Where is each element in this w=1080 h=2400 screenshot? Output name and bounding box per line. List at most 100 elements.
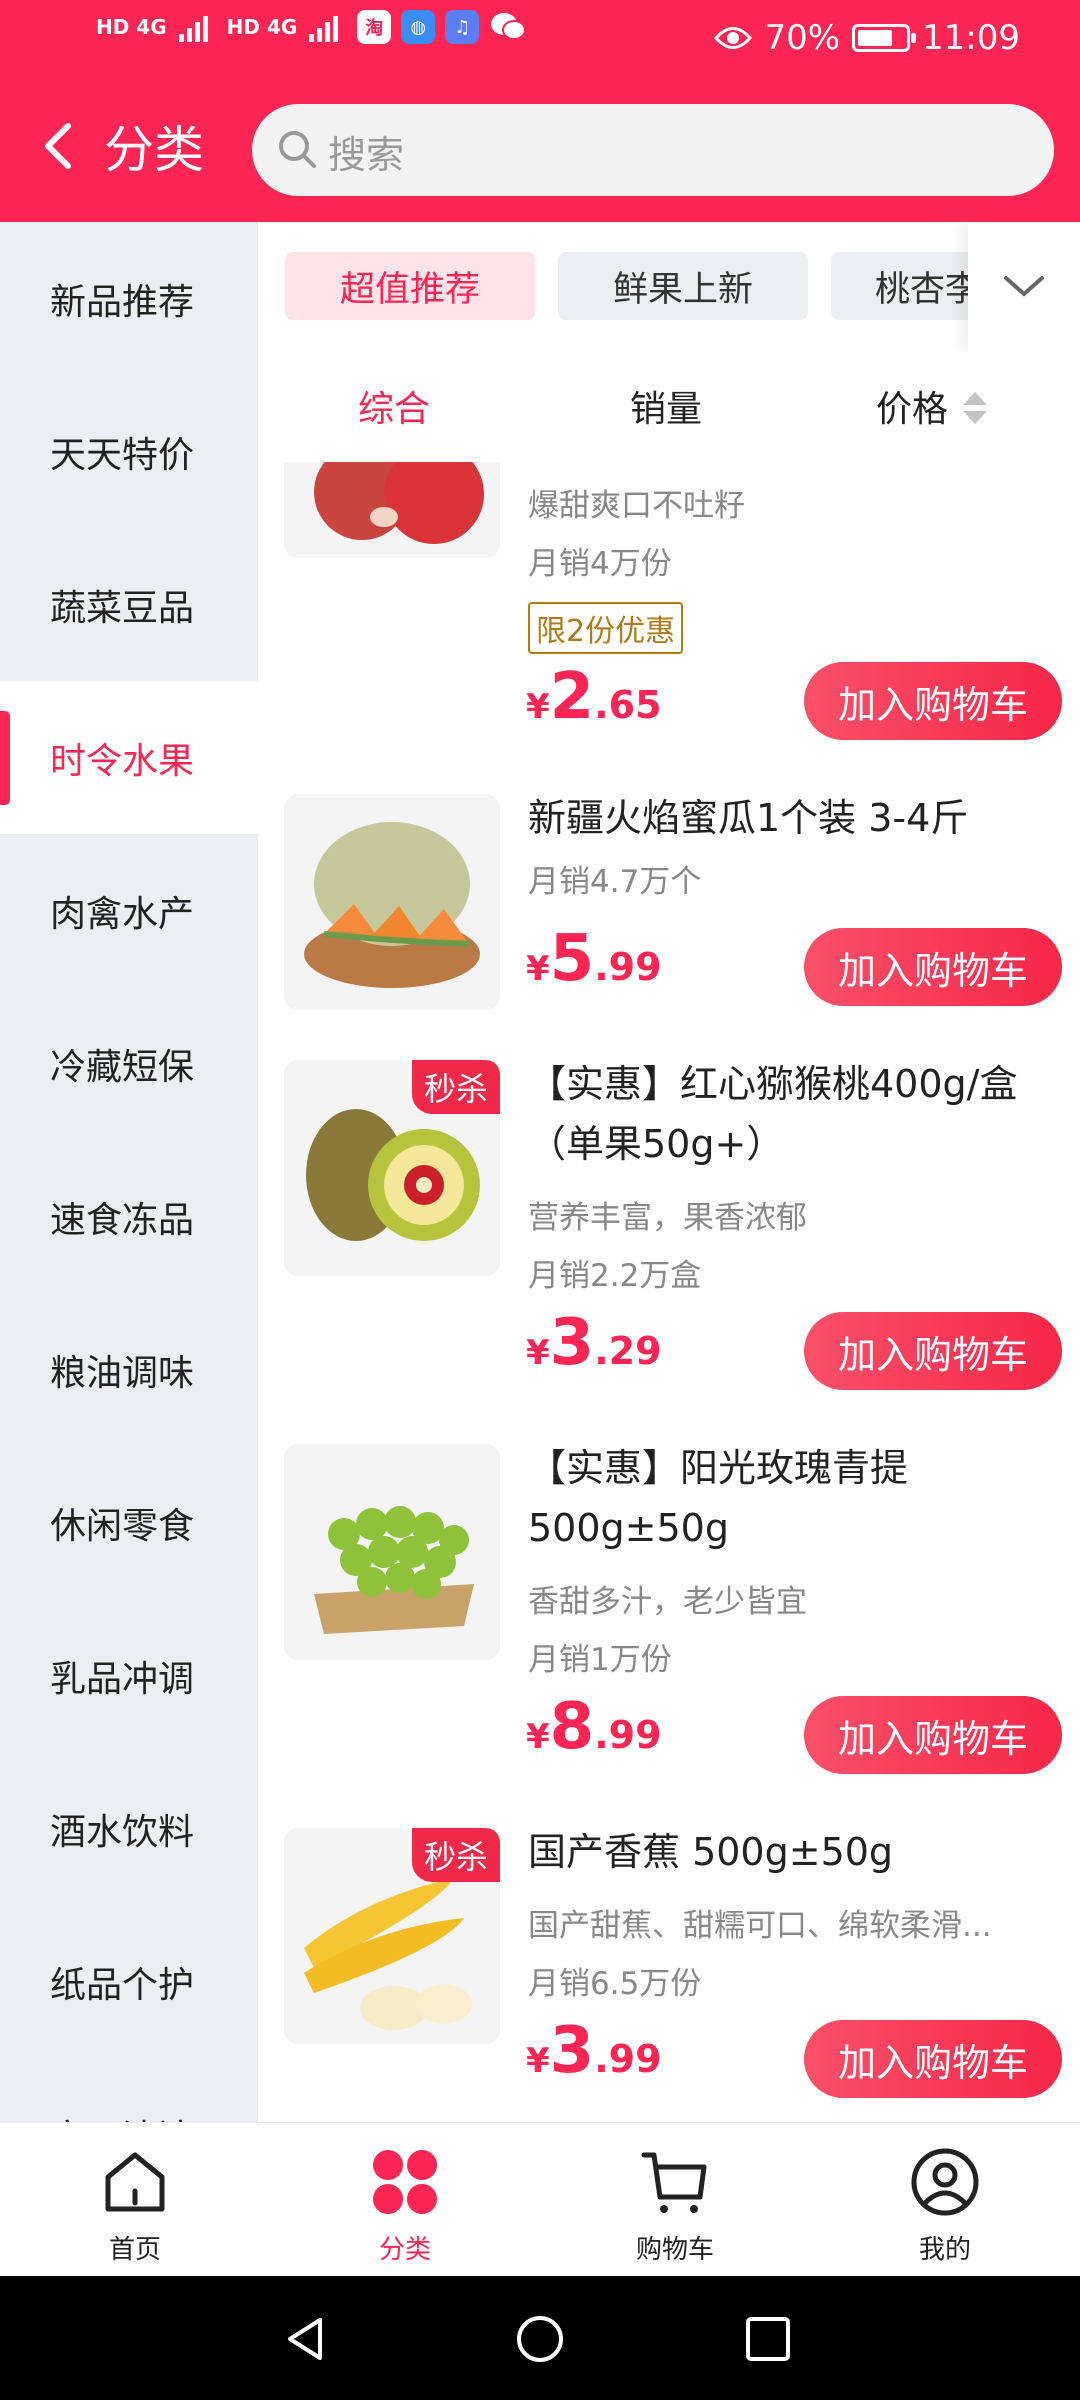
- sidebar-item-label: 速食冻品: [50, 1199, 195, 1241]
- sidebar-item-frozen[interactable]: 速食冻品: [0, 1140, 258, 1293]
- sidebar-item-meat[interactable]: 肉禽水产: [0, 834, 258, 987]
- eye-icon: [714, 27, 753, 49]
- expand-tags-button[interactable]: [968, 222, 1080, 352]
- status-bar: HD 4G HD 4G 淘 ◍ ♫ 70% 11:09: [0, 0, 1080, 80]
- system-nav-bar: [0, 2276, 1080, 2400]
- system-home-icon[interactable]: [515, 2314, 565, 2364]
- product-image-pomegranate: [284, 462, 500, 558]
- flash-sale-badge: 秒杀: [411, 1060, 500, 1114]
- user-profile-icon: [911, 2148, 979, 2216]
- sidebar-item-label: 纸品个护: [50, 1964, 195, 2006]
- tag-label: 鲜果上新: [612, 269, 753, 310]
- price-decimal: .99: [594, 945, 662, 989]
- sidebar-item-vegetables[interactable]: 蔬菜豆品: [0, 528, 258, 681]
- sidebar-item-label: 乳品冲调: [50, 1658, 195, 1700]
- product-card[interactable]: 爆甜爽口不吐籽 月销4万份 限2份优惠 ¥2.65 加入购物车: [258, 462, 1080, 740]
- system-back-icon[interactable]: [280, 2314, 330, 2364]
- sidebar-item-snacks[interactable]: 休闲零食: [0, 1446, 258, 1599]
- price-decimal: .99: [594, 2037, 662, 2081]
- tag-label: 桃杏李: [875, 269, 981, 310]
- sidebar-item-cleaning[interactable]: 家用清洁: [0, 2058, 258, 2123]
- add-to-cart-button[interactable]: 加入购物车: [804, 928, 1062, 1006]
- price-currency: ¥: [526, 687, 550, 727]
- chevron-down-icon: [1004, 276, 1044, 297]
- nav-mine[interactable]: 我的: [810, 2123, 1080, 2277]
- product-subtitle: 国产甜蕉、甜糯可口、绵软柔滑...: [528, 1908, 992, 1944]
- sidebar-item-specials[interactable]: 天天特价: [0, 375, 258, 528]
- nav-home[interactable]: 首页: [0, 2123, 270, 2277]
- nav-mine-label: 我的: [918, 2235, 971, 2265]
- product-image-kiwi: 秒杀: [284, 1060, 500, 1276]
- system-recents-icon[interactable]: [745, 2316, 791, 2362]
- signal-bars-icon-2: [309, 16, 339, 42]
- product-subtitle: 香甜多汁，老少皆宜: [528, 1584, 807, 1620]
- tag-label: 超值推荐: [339, 269, 480, 310]
- status-left: HD 4G HD 4G 淘 ◍ ♫: [96, 10, 527, 44]
- product-image-grapes: [284, 1444, 500, 1660]
- price-decimal: .65: [594, 683, 662, 727]
- page-title: 分类: [104, 121, 204, 179]
- product-card[interactable]: 新疆火焰蜜瓜1个装 3-4斤 月销4.7万个 ¥5.99 加入购物车: [258, 794, 1080, 1034]
- bottom-nav: 首页 分类 购物车 我的: [0, 2122, 1080, 2276]
- price-integer: 3: [549, 1306, 595, 1380]
- product-card[interactable]: 【实惠】阳光玫瑰青提 500g±50g 香甜多汁，老少皆宜 月销1万份 ¥8.9…: [258, 1444, 1080, 1804]
- tag-new-fruits[interactable]: 鲜果上新: [558, 252, 808, 320]
- price-integer: 3: [549, 2014, 595, 2088]
- taobao-app-icon: 淘: [357, 10, 392, 44]
- sidebar-item-dairy[interactable]: 乳品冲调: [0, 1599, 258, 1752]
- product-card[interactable]: 秒杀 国产香蕉 500g±50g 国产甜蕉、甜糯可口、绵软柔滑... 月销6.5…: [258, 1828, 1080, 2118]
- product-title: 新疆火焰蜜瓜1个装 3-4斤: [528, 796, 969, 840]
- sort-price[interactable]: 价格: [876, 380, 948, 432]
- sort-sales[interactable]: 销量: [630, 380, 702, 432]
- wechat-icon: [491, 13, 527, 40]
- search-icon: [279, 131, 316, 168]
- sidebar-item-fruits[interactable]: 时令水果: [0, 681, 258, 834]
- limit-badge: 限2份优惠: [528, 602, 684, 654]
- home-icon: [105, 2152, 165, 2212]
- status-right: 70% 11:09: [714, 18, 1020, 58]
- add-to-cart-button[interactable]: 加入购物车: [804, 2020, 1062, 2098]
- sort-comprehensive[interactable]: 综合: [358, 380, 430, 432]
- nav-home-label: 首页: [108, 2235, 161, 2265]
- product-price: ¥2.65: [526, 660, 662, 734]
- sidebar-item-grain-oil[interactable]: 粮油调味: [0, 1293, 258, 1446]
- add-to-cart-button[interactable]: 加入购物车: [804, 1696, 1062, 1774]
- sidebar-item-label: 蔬菜豆品: [50, 587, 195, 629]
- product-card[interactable]: 秒杀 【实惠】红心猕猴桃400g/盒（单果50g+） 营养丰富，果香浓郁 月销2…: [258, 1060, 1080, 1420]
- sidebar-item-new[interactable]: 新品推荐: [0, 222, 258, 375]
- browser-app-icon: ◍: [401, 10, 436, 44]
- price-currency: ¥: [526, 1333, 550, 1373]
- product-subtitle: 营养丰富，果香浓郁: [528, 1200, 807, 1236]
- sidebar-item-personal-care[interactable]: 纸品个护: [0, 1905, 258, 2058]
- price-decimal: .99: [594, 1713, 662, 1757]
- signal-bars-icon: [178, 16, 208, 42]
- battery-icon: [852, 24, 917, 52]
- product-subtitle: 爆甜爽口不吐籽: [528, 488, 745, 524]
- back-arrow-icon[interactable]: [30, 116, 90, 176]
- shopping-cart-icon: [641, 2152, 707, 2213]
- product-sales: 月销4万份: [528, 546, 672, 582]
- subcategory-tags: 超值推荐 鲜果上新 桃杏李: [258, 222, 1080, 352]
- tag-value-picks[interactable]: 超值推荐: [285, 252, 535, 320]
- sidebar-item-chilled[interactable]: 冷藏短保: [0, 987, 258, 1140]
- sidebar-item-label: 肉禽水产: [50, 893, 195, 935]
- product-title: 国产香蕉 500g±50g: [528, 1830, 894, 1874]
- price-integer: 5: [549, 922, 595, 996]
- price-decimal: .29: [594, 1329, 662, 1373]
- flash-sale-badge: 秒杀: [411, 1828, 500, 1882]
- product-image-banana: 秒杀: [284, 1828, 500, 2044]
- add-to-cart-button[interactable]: 加入购物车: [804, 662, 1062, 740]
- app-header: HD 4G HD 4G 淘 ◍ ♫ 70% 11:09 分类 搜索: [0, 0, 1080, 222]
- category-sidebar: 新品推荐 天天特价 蔬菜豆品 时令水果 肉禽水产 冷藏短保 速食冻品 粮油调味 …: [0, 222, 258, 2122]
- signal-indicator: HD 4G: [96, 15, 167, 39]
- sidebar-item-drinks[interactable]: 酒水饮料: [0, 1752, 258, 1905]
- sidebar-item-label: 时令水果: [50, 740, 195, 782]
- sidebar-item-label: 粮油调味: [50, 1352, 195, 1394]
- add-to-cart-button[interactable]: 加入购物车: [804, 1312, 1062, 1390]
- price-integer: 2: [549, 660, 595, 734]
- nav-cart[interactable]: 购物车: [540, 2123, 810, 2277]
- price-integer: 8: [549, 1690, 595, 1764]
- nav-category[interactable]: 分类: [270, 2123, 540, 2277]
- search-input[interactable]: 搜索: [252, 104, 1054, 196]
- sidebar-item-label: 休闲零食: [50, 1505, 195, 1547]
